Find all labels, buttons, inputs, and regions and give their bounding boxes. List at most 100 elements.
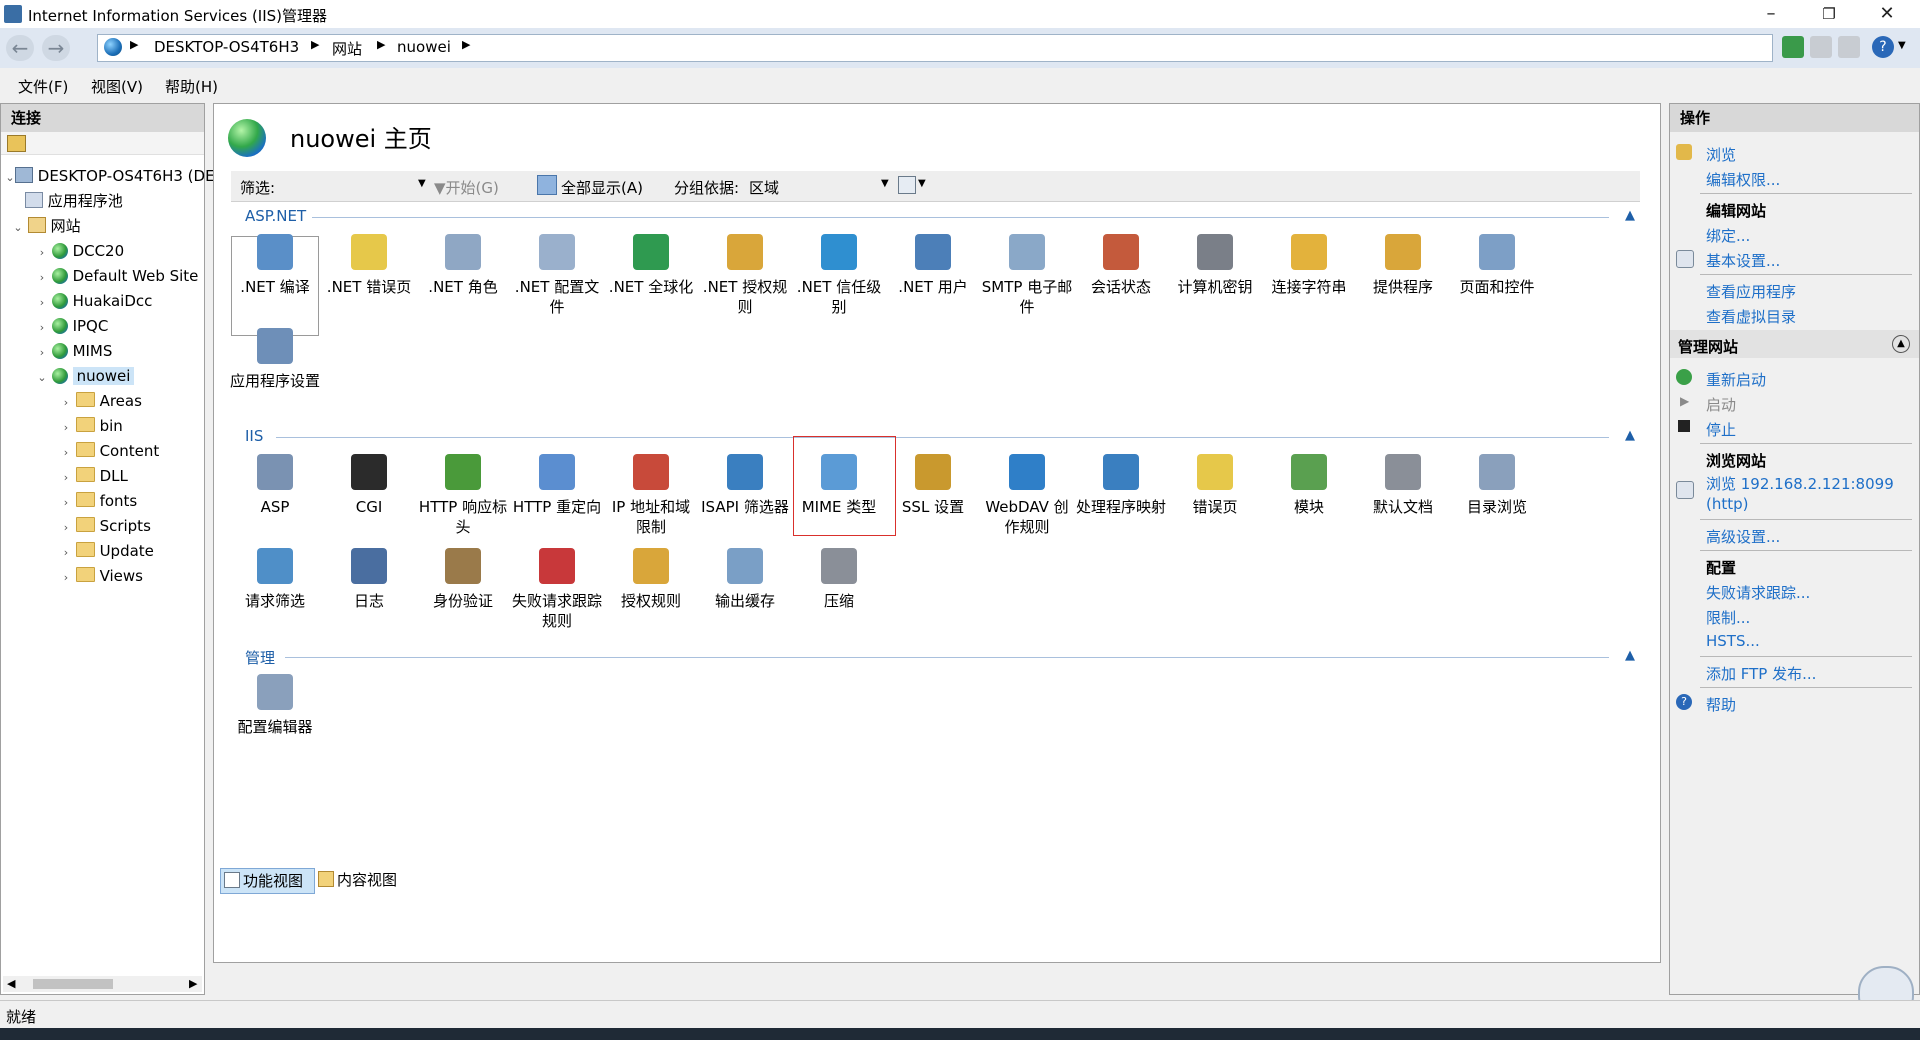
- show-all-icon[interactable]: [537, 175, 557, 195]
- feature-item[interactable]: .NET 角色: [417, 234, 509, 297]
- feature-item[interactable]: 失败请求跟踪规则: [511, 548, 603, 631]
- help-link[interactable]: 帮助: [1706, 694, 1736, 715]
- add-ftp-publishing-link[interactable]: 添加 FTP 发布...: [1706, 663, 1816, 684]
- browse-url-link[interactable]: 浏览 192.168.2.121:8099: [1706, 473, 1894, 494]
- breadcrumb-sites[interactable]: 网站: [332, 38, 362, 59]
- feature-item[interactable]: 请求筛选: [229, 548, 321, 611]
- tree-node-site[interactable]: › HuakaiDcc: [5, 289, 205, 314]
- feature-item[interactable]: ASP: [229, 454, 321, 517]
- tree-node-server[interactable]: ⌄ DESKTOP-OS4T6H3 (DE: [5, 164, 215, 190]
- breadcrumb-arrow-icon[interactable]: ▶: [462, 38, 470, 51]
- horizontal-scrollbar[interactable]: ◀ ▶: [3, 976, 202, 992]
- expand-icon[interactable]: ›: [61, 440, 71, 465]
- feature-item[interactable]: 模块: [1263, 454, 1355, 517]
- feature-item[interactable]: SSL 设置: [887, 454, 979, 517]
- back-button[interactable]: ←: [6, 35, 34, 61]
- feature-item[interactable]: .NET 编译: [229, 234, 321, 297]
- menu-view[interactable]: 视图(V): [91, 76, 143, 97]
- feature-item[interactable]: 页面和控件: [1451, 234, 1543, 297]
- restart-link[interactable]: 重新启动: [1706, 369, 1766, 390]
- tab-content-view[interactable]: 内容视图: [318, 868, 397, 892]
- close-button[interactable]: ✕: [1858, 0, 1916, 28]
- breadcrumb[interactable]: ▶ DESKTOP-OS4T6H3 ▶ 网站 ▶ nuowei ▶: [97, 34, 1773, 62]
- scrollbar-thumb[interactable]: [33, 979, 113, 989]
- edit-permissions-link[interactable]: 编辑权限...: [1706, 169, 1780, 190]
- bindings-link[interactable]: 绑定...: [1706, 225, 1750, 246]
- feature-item[interactable]: .NET 用户: [887, 234, 979, 297]
- feature-item[interactable]: WebDAV 创作规则: [981, 454, 1073, 537]
- feature-item[interactable]: 连接字符串: [1263, 234, 1355, 297]
- browse-link[interactable]: 浏览: [1706, 144, 1736, 165]
- tree-node-folder[interactable]: › Content: [5, 439, 205, 464]
- group-by-select[interactable]: 区域: [749, 177, 779, 198]
- expand-icon[interactable]: ›: [61, 565, 71, 590]
- minimize-button[interactable]: –: [1742, 0, 1800, 28]
- refresh-icon[interactable]: [1782, 36, 1804, 58]
- menu-help[interactable]: 帮助(H): [165, 76, 218, 97]
- breadcrumb-site[interactable]: nuowei: [397, 38, 451, 56]
- feature-item[interactable]: 错误页: [1169, 454, 1261, 517]
- filter-dropdown-icon[interactable]: ▼: [418, 178, 426, 189]
- collapse-group-icon[interactable]: ▲: [1625, 208, 1635, 223]
- collapse-icon[interactable]: ⌄: [13, 215, 23, 240]
- tree-node-app-pools[interactable]: 应用程序池: [5, 189, 205, 214]
- feature-item[interactable]: 输出缓存: [699, 548, 791, 611]
- forward-button[interactable]: →: [42, 35, 70, 61]
- expand-icon[interactable]: ›: [61, 540, 71, 565]
- collapse-icon[interactable]: ⌄: [37, 365, 47, 390]
- restore-button[interactable]: ❐: [1800, 0, 1858, 28]
- feature-item[interactable]: IP 地址和域限制: [605, 454, 697, 537]
- feature-item[interactable]: SMTP 电子邮件: [981, 234, 1073, 317]
- tree-node-site[interactable]: › MIMS: [5, 339, 205, 364]
- feature-item[interactable]: ISAPI 筛选器: [699, 454, 791, 517]
- tree-node-site[interactable]: › DCC20: [5, 239, 205, 264]
- collapse-icon[interactable]: ⌄: [5, 165, 15, 190]
- expand-icon[interactable]: ›: [61, 390, 71, 415]
- expand-icon[interactable]: ›: [37, 265, 47, 290]
- tree-node-folder[interactable]: › bin: [5, 414, 205, 439]
- feature-item[interactable]: 配置编辑器: [229, 674, 321, 737]
- tree-node-folder[interactable]: › fonts: [5, 489, 205, 514]
- feature-item[interactable]: .NET 授权规则: [699, 234, 791, 317]
- breadcrumb-server[interactable]: DESKTOP-OS4T6H3: [154, 38, 299, 56]
- feature-item[interactable]: 日志: [323, 548, 415, 611]
- feature-item[interactable]: HTTP 重定向: [511, 454, 603, 517]
- feature-item[interactable]: 处理程序映射: [1075, 454, 1167, 517]
- new-connection-icon[interactable]: [7, 135, 26, 152]
- view-mode-dropdown-icon[interactable]: ▼: [918, 178, 926, 189]
- start-filter-button[interactable]: ▼开始(G): [434, 177, 499, 198]
- breadcrumb-arrow-icon[interactable]: ▶: [311, 38, 319, 51]
- expand-icon[interactable]: ›: [61, 490, 71, 515]
- tab-features-view[interactable]: 功能视图: [220, 868, 315, 894]
- expand-icon[interactable]: ›: [37, 290, 47, 315]
- tree-node-folder[interactable]: › Update: [5, 539, 205, 564]
- breadcrumb-arrow-icon[interactable]: ▶: [377, 38, 385, 51]
- collapse-group-icon[interactable]: ▲: [1625, 428, 1635, 443]
- feature-item[interactable]: .NET 错误页: [323, 234, 415, 297]
- feature-item[interactable]: 会话状态: [1075, 234, 1167, 297]
- advanced-settings-link[interactable]: 高级设置...: [1706, 526, 1780, 547]
- view-virtual-directories-link[interactable]: 查看虚拟目录: [1706, 306, 1796, 327]
- expand-icon[interactable]: ›: [61, 465, 71, 490]
- feature-item[interactable]: MIME 类型: [793, 454, 885, 517]
- breadcrumb-arrow-icon[interactable]: ▶: [130, 38, 138, 51]
- view-applications-link[interactable]: 查看应用程序: [1706, 281, 1796, 302]
- home-icon[interactable]: [1838, 36, 1860, 58]
- expand-icon[interactable]: ›: [37, 240, 47, 265]
- show-all-button[interactable]: 全部显示(A): [561, 177, 643, 198]
- feature-item[interactable]: .NET 全球化: [605, 234, 697, 297]
- expand-icon[interactable]: ›: [61, 515, 71, 540]
- scroll-left-icon[interactable]: ◀: [7, 977, 15, 990]
- feature-item[interactable]: 身份验证: [417, 548, 509, 611]
- stop-icon[interactable]: [1810, 36, 1832, 58]
- feature-item[interactable]: 应用程序设置: [229, 328, 321, 391]
- failed-request-tracing-link[interactable]: 失败请求跟踪...: [1706, 582, 1810, 603]
- stop-link[interactable]: 停止: [1706, 419, 1736, 440]
- menu-file[interactable]: 文件(F): [18, 76, 68, 97]
- feature-item[interactable]: 压缩: [793, 548, 885, 611]
- tree-node-folder[interactable]: › DLL: [5, 464, 205, 489]
- basic-settings-link[interactable]: 基本设置...: [1706, 250, 1780, 271]
- hsts-link[interactable]: HSTS...: [1706, 632, 1760, 650]
- feature-item[interactable]: 提供程序: [1357, 234, 1449, 297]
- expand-icon[interactable]: ›: [61, 415, 71, 440]
